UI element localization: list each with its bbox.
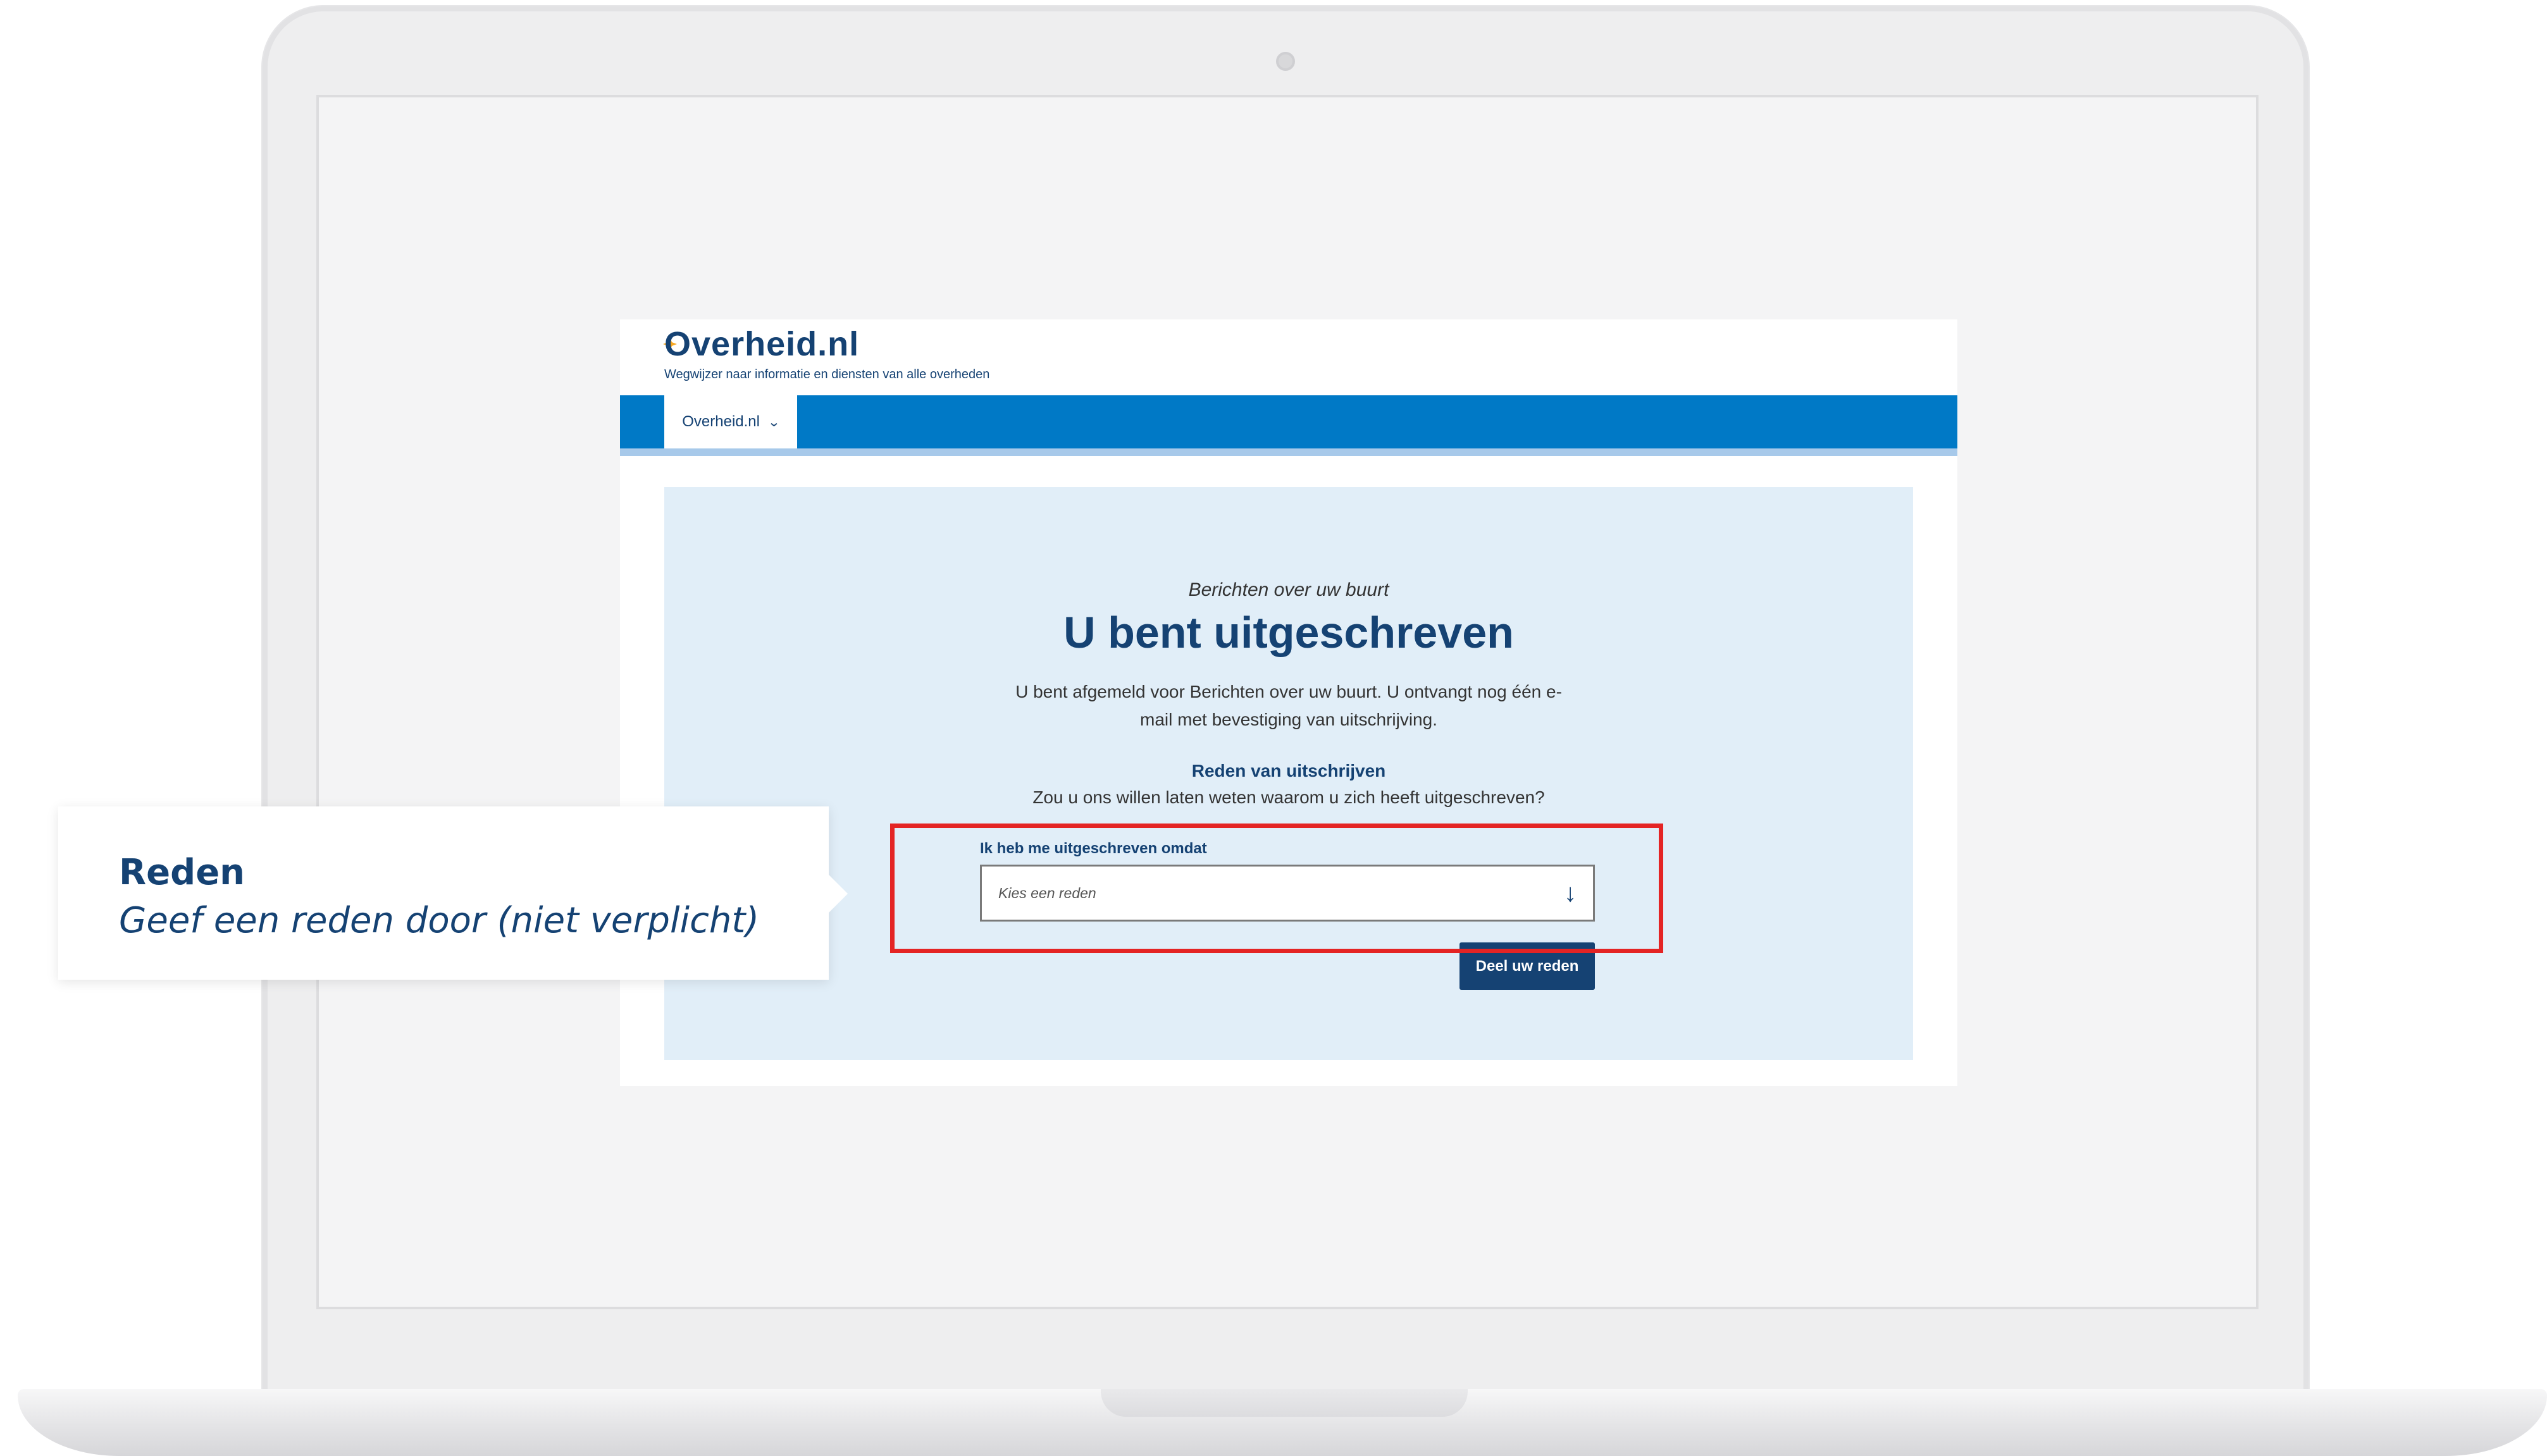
site-header: Overheid.nl Wegwijzer naar informatie en… (620, 319, 1957, 395)
page-title: U bent uitgeschreven (1063, 608, 1514, 657)
unsubscribe-panel: Berichten over uw buurt U bent uitgeschr… (664, 487, 1913, 1060)
callout-subtitle: Geef een reden door (niet verplicht) (119, 900, 760, 941)
reason-heading: Reden van uitschrijven (1191, 761, 1386, 780)
intro-text: U bent afgemeld voor Berichten over uw b… (987, 678, 1590, 734)
annotation-callout: Reden Geef een reden door (niet verplich… (58, 806, 848, 980)
callout-title: Reden (119, 852, 245, 893)
highlight-box (890, 824, 1663, 953)
nav-tab-overheid[interactable]: Overheid.nl ⌄ (664, 395, 797, 448)
site-logo[interactable]: Overheid.nl (664, 324, 859, 364)
page-overline: Berichten over uw buurt (1188, 579, 1389, 600)
nav-tab-label: Overheid.nl (682, 413, 760, 430)
main-navbar: Overheid.nl ⌄ (620, 395, 1957, 456)
intro-line-1: U bent afgemeld voor Berichten over uw b… (1015, 682, 1562, 701)
intro-line-2: mail met bevestiging van uitschrijving. (1140, 710, 1437, 729)
camera-dot (1276, 52, 1295, 71)
reason-question: Zou u ons willen laten weten waarom u zi… (1032, 787, 1545, 807)
site-tagline: Wegwijzer naar informatie en diensten va… (664, 367, 990, 381)
laptop-base-notch (1101, 1389, 1468, 1417)
chevron-down-icon: ⌄ (767, 415, 781, 429)
